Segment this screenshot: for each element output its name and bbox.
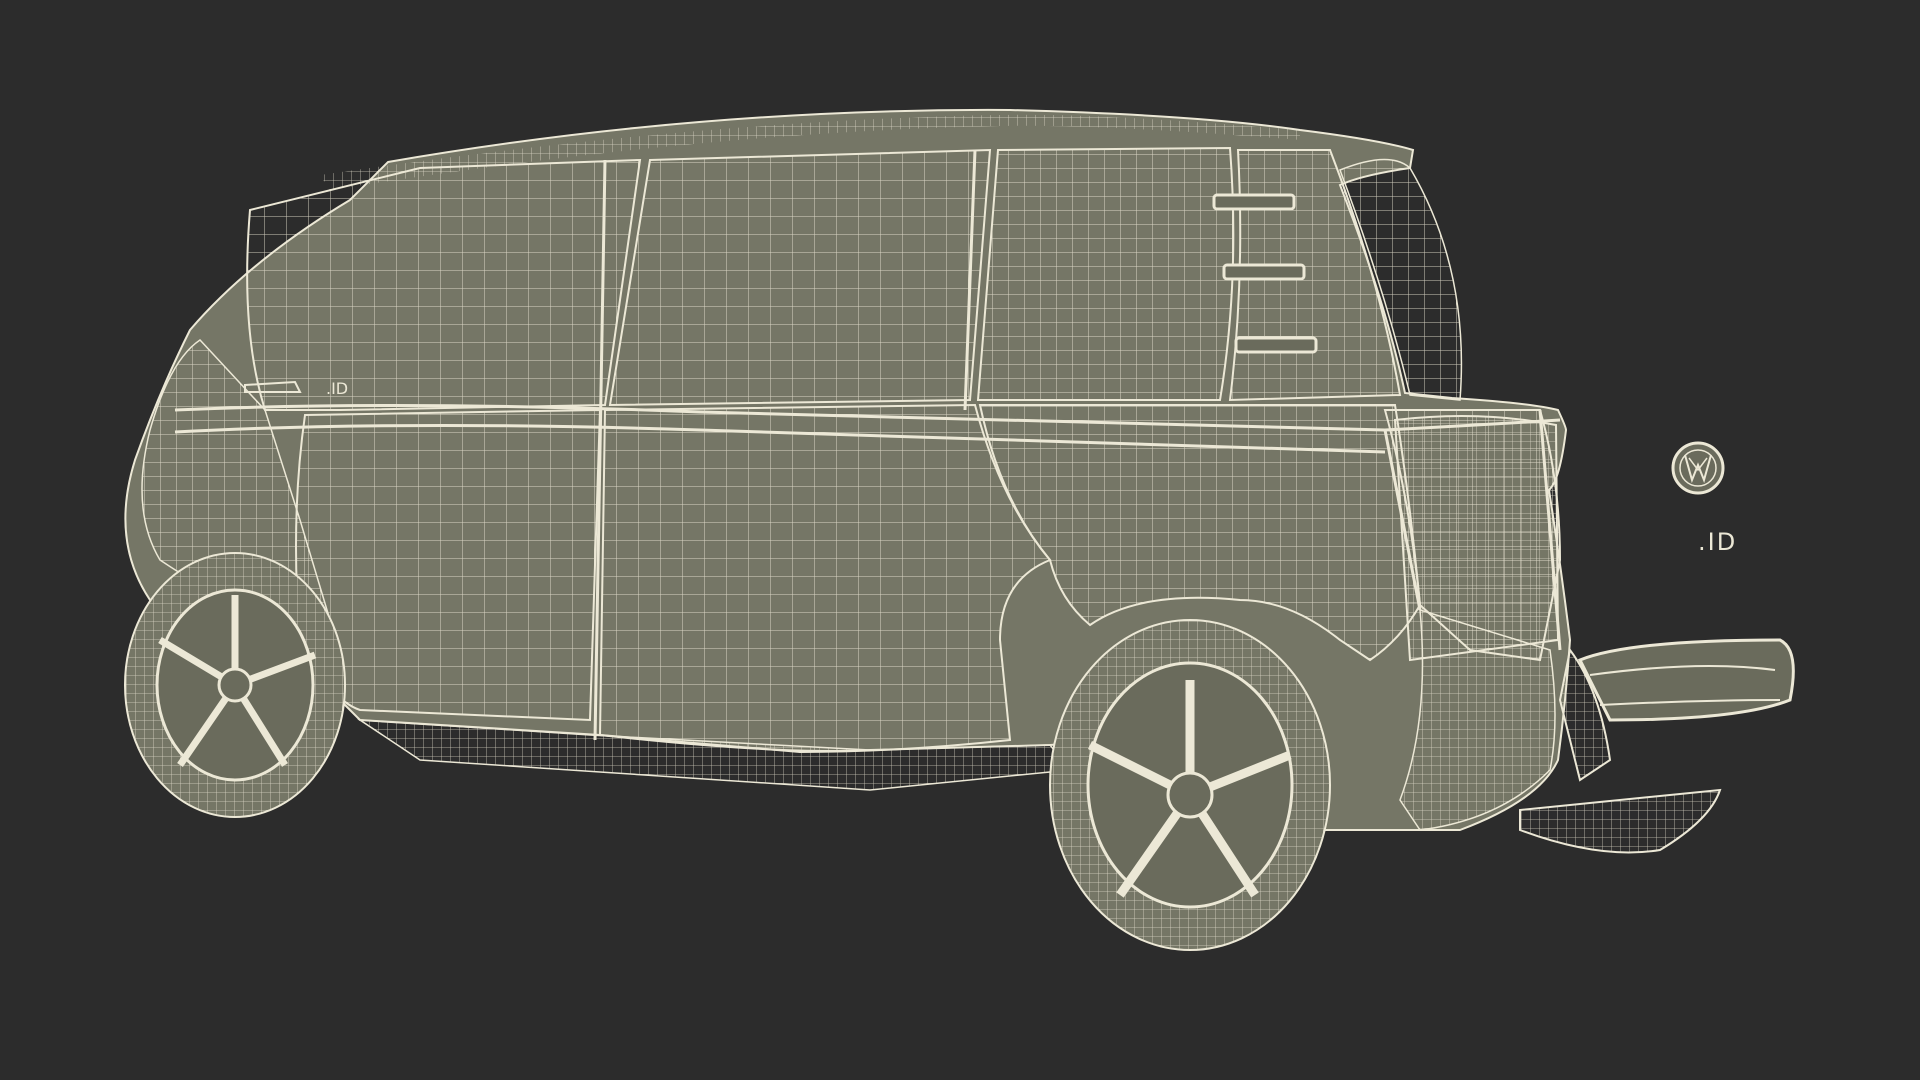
rear-wheel [1049,619,1331,951]
van-wireframe: .ID [124,108,1795,951]
front-wheel [124,552,346,818]
far-rear-wheel [1519,788,1722,854]
vw-logo [1671,441,1725,495]
rear-id-badge: .ID [1698,528,1738,556]
render-viewport: .ID .ID [0,0,1920,1080]
svg-text:.ID: .ID [326,379,348,398]
